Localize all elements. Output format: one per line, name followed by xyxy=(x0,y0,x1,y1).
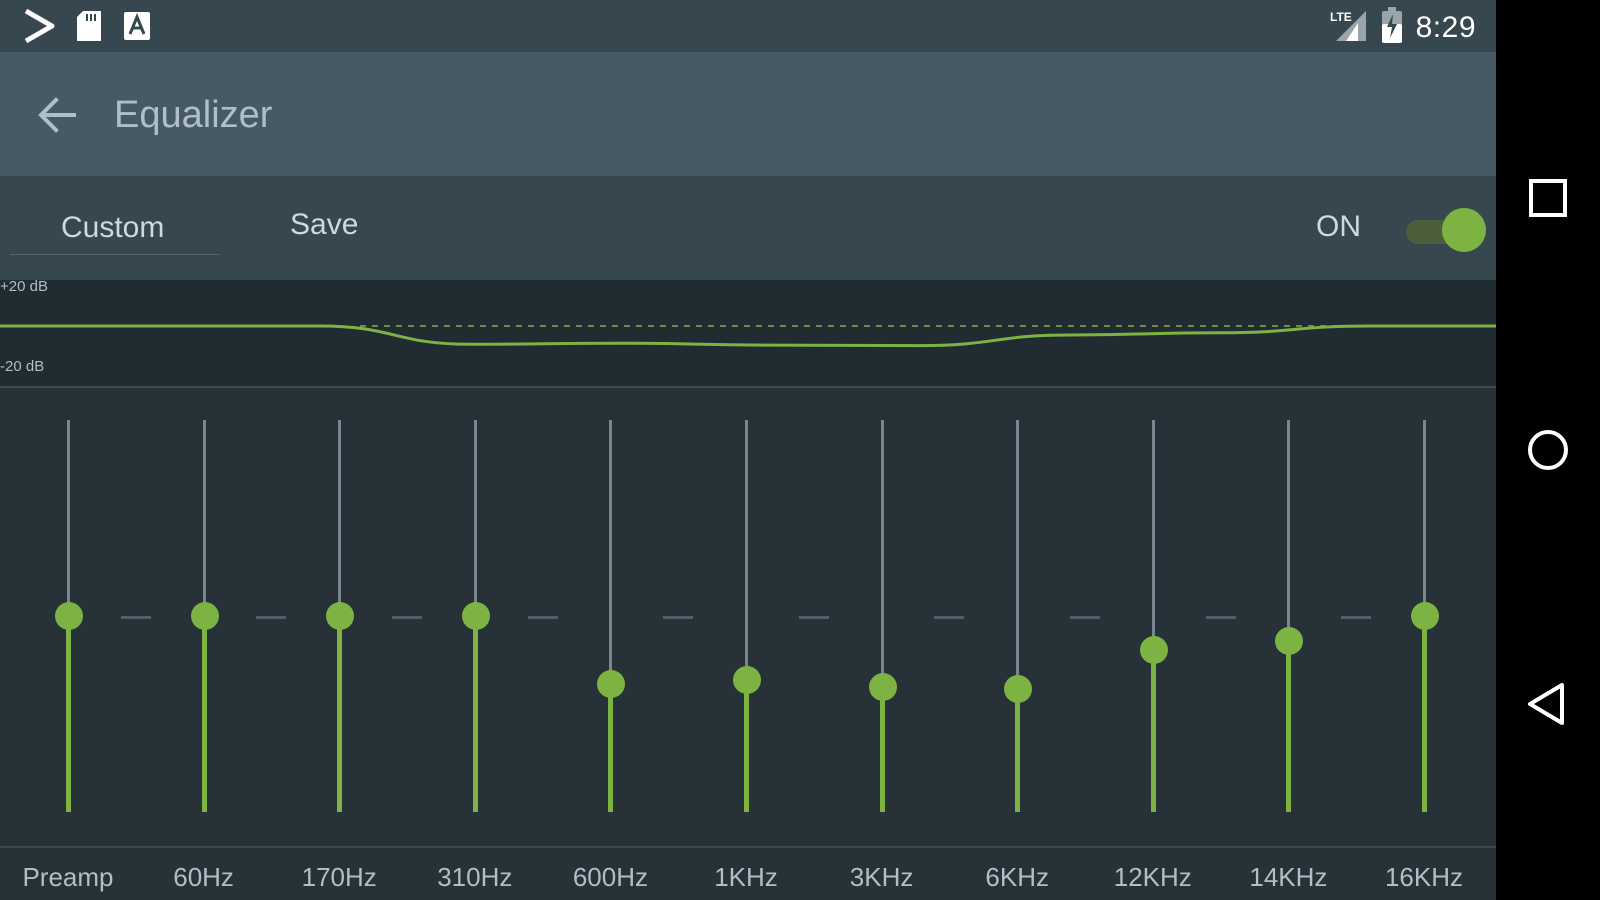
slider-thumb[interactable] xyxy=(1004,675,1033,704)
band-label: 6KHz xyxy=(985,862,1049,892)
band-label: 3KHz xyxy=(849,862,914,892)
slider-track xyxy=(609,420,613,685)
slider-thumb[interactable] xyxy=(733,666,761,695)
home-button[interactable] xyxy=(1522,424,1574,476)
band-label: 16KHz xyxy=(1384,862,1464,892)
slider-fill xyxy=(201,616,207,812)
recents-button[interactable] xyxy=(1522,172,1574,224)
app-bar: Equalizer xyxy=(0,52,1496,176)
slider-fill xyxy=(472,616,478,812)
status-right-icons: LTE 8:29 xyxy=(1328,6,1476,49)
slider-thumb[interactable] xyxy=(1411,602,1439,630)
slider-track xyxy=(67,420,70,616)
response-curve xyxy=(0,324,1496,348)
slider-thumb[interactable] xyxy=(190,602,219,630)
band-slider[interactable] xyxy=(415,388,535,848)
slider-fill xyxy=(744,680,749,812)
slider-fill xyxy=(1015,689,1021,812)
slider-thumb[interactable] xyxy=(461,602,490,630)
response-graph: +20 dB -20 dB xyxy=(0,278,1496,386)
band-label: 310Hz xyxy=(437,862,513,892)
sd-card-icon xyxy=(74,9,104,48)
slider-fill xyxy=(66,616,71,812)
navigation-bar xyxy=(1496,0,1600,900)
svg-text:LTE: LTE xyxy=(1330,10,1352,24)
band-label: 1KHz xyxy=(714,862,778,892)
slider-thumb[interactable] xyxy=(55,602,83,630)
slider-track xyxy=(338,420,342,616)
back-button[interactable] xyxy=(34,92,80,138)
slider-track xyxy=(880,420,884,688)
lte-signal-icon: LTE xyxy=(1328,7,1368,48)
status-time: 8:29 xyxy=(1415,10,1476,44)
slider-track xyxy=(1016,420,1020,690)
home-circle-icon xyxy=(1528,430,1568,470)
battery-charging-icon xyxy=(1380,6,1404,49)
slider-thumb[interactable] xyxy=(597,670,626,699)
slider-fill xyxy=(1286,641,1292,812)
save-button[interactable]: Save xyxy=(280,204,368,246)
band-label: Preamp xyxy=(22,862,114,892)
band-slider[interactable] xyxy=(144,388,264,848)
slider-track xyxy=(745,420,748,681)
slider-fill xyxy=(1422,616,1427,812)
band-slider[interactable] xyxy=(822,388,942,848)
slider-track xyxy=(1287,420,1291,642)
slider-thumb[interactable] xyxy=(1275,627,1304,656)
slider-track xyxy=(1423,420,1426,616)
toggle-thumb xyxy=(1442,208,1486,252)
preset-toolbar: Custom Save ON xyxy=(0,176,1496,280)
band-label: 600Hz xyxy=(572,862,648,892)
preset-label: Custom xyxy=(61,211,165,244)
band-slider[interactable] xyxy=(1364,388,1484,848)
equalizer-app: LTE 8:29 Equalizer Custom Save ON +20 dB xyxy=(0,0,1496,900)
status-left-icons xyxy=(22,8,152,49)
text-a-icon xyxy=(122,10,152,47)
band-slider[interactable] xyxy=(1228,388,1348,848)
slider-thumb[interactable] xyxy=(868,673,897,702)
status-bar: LTE 8:29 xyxy=(0,0,1496,52)
band-labels: Preamp 60Hz 170Hz 310Hz 600Hz 1KHz 3KHz 6KHz 12K… xyxy=(0,848,1496,900)
band-label: 14KHz xyxy=(1249,862,1328,892)
band-label: 170Hz xyxy=(301,862,377,892)
arrow-left-icon xyxy=(38,97,76,133)
toggle-label: ON xyxy=(1316,210,1361,243)
band-label: 12KHz xyxy=(1113,862,1192,892)
equalizer-toggle[interactable] xyxy=(1404,206,1488,252)
slider-thumb[interactable] xyxy=(326,602,355,630)
band-sliders xyxy=(0,388,1496,848)
slider-fill xyxy=(879,687,885,812)
back-nav-button[interactable] xyxy=(1522,678,1574,730)
slider-track xyxy=(1151,420,1155,650)
slider-fill xyxy=(337,616,343,812)
slider-thumb[interactable] xyxy=(1139,635,1168,664)
play-store-icon xyxy=(22,8,56,49)
slider-track xyxy=(473,420,477,616)
recents-square-icon xyxy=(1529,179,1567,217)
band-label: 60Hz xyxy=(173,862,234,892)
slider-fill xyxy=(608,684,614,812)
band-slider[interactable] xyxy=(1093,388,1213,848)
slider-fill xyxy=(1150,649,1156,812)
band-slider[interactable] xyxy=(686,388,806,848)
band-slider[interactable] xyxy=(279,388,399,848)
band-slider[interactable] xyxy=(957,388,1077,848)
slider-track xyxy=(202,420,206,616)
response-curve-svg xyxy=(0,324,1496,348)
band-slider[interactable] xyxy=(8,388,128,848)
page-title: Equalizer xyxy=(114,94,273,136)
back-triangle-icon xyxy=(1528,683,1564,725)
band-slider[interactable] xyxy=(550,388,670,848)
preset-selector[interactable]: Custom xyxy=(10,206,220,255)
